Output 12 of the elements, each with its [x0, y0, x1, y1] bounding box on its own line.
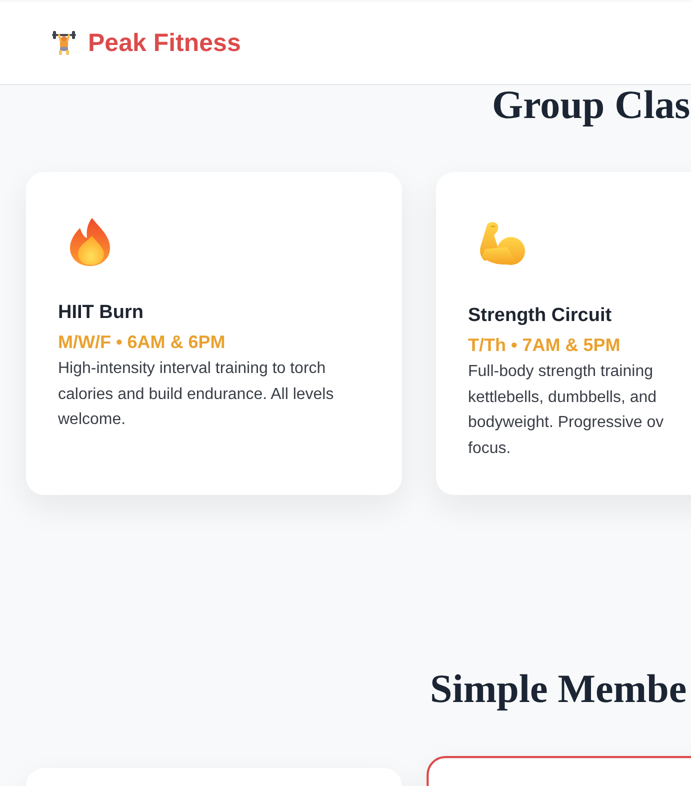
class-description: High-intensity interval training to torch calories and build endurance. All levels welcome.: [58, 359, 335, 430]
section-heading: Group Clas: [491, 86, 691, 124]
brand-name[interactable]: Peak Fitness: [88, 28, 241, 58]
flame-icon: [70, 218, 110, 266]
section-heading: Simple Membe: [429, 665, 688, 713]
flexed-arm-icon: [477, 221, 525, 266]
weightlifter-icon: [52, 30, 76, 56]
class-schedule: M/W/F • 6AM & 6PM: [58, 331, 226, 354]
class-description: Full-body strength training kettlebells, dumbbells, and bodyweight. Progressive ov focus.: [468, 362, 665, 458]
class-title: HIIT Burn: [58, 301, 144, 325]
class-title: Strength Circuit: [468, 304, 613, 328]
class-schedule: T/Th • 7AM & 5PM: [468, 334, 622, 357]
